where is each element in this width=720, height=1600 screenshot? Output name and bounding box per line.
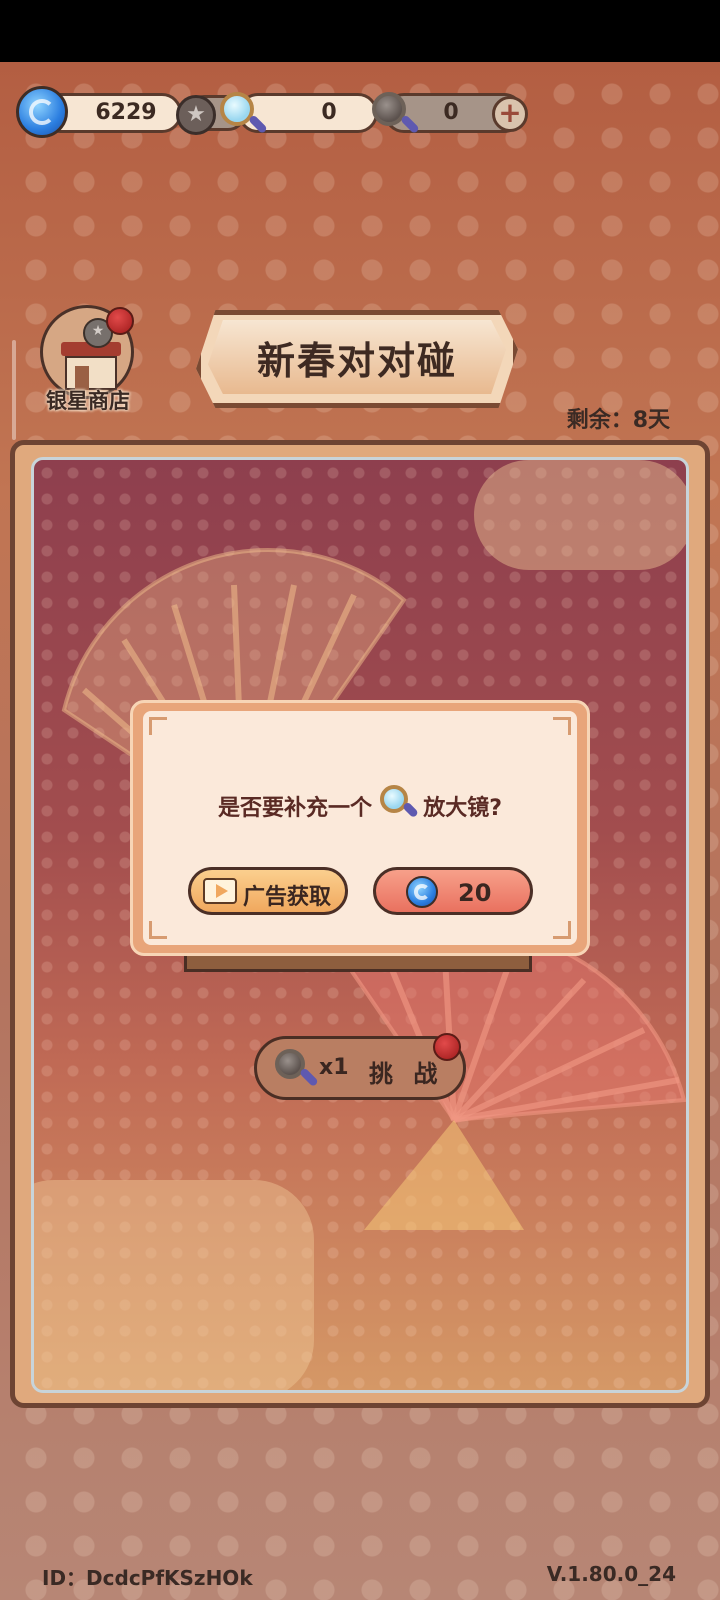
swirl-coin-icon [16,86,68,138]
cloud-decoration [474,460,686,570]
challenge-cost: x1 [319,1055,349,1080]
dark-magnifier-icon [372,92,420,136]
magnifier-count: 0 [321,100,337,125]
magnifier-icon [275,1049,319,1089]
event-title-banner: 新春对对碰 [196,310,518,408]
challenge-label: 挑 战 [369,1060,444,1088]
refill-dialog: 是否要补充一个 放大镜? 广告获取 20 [130,700,590,956]
magnifier-icon [379,785,419,825]
dialog-question: 是否要补充一个 放大镜? [143,785,577,829]
remaining-days: 剩余：8天 [566,408,670,433]
silver-star-icon: ★ [176,95,216,135]
add-magnifier-button[interactable]: + [492,96,528,132]
notification-dot [106,307,134,335]
player-id: ID：DcdcPfKSzHOk [42,1566,253,1590]
dark-magnifier-count: 0 [443,100,459,125]
shop-label: 银星商店 [46,389,130,413]
coin-count: 6229 [95,100,157,125]
app-version: V.1.80.0_24 [546,1562,676,1586]
game-screen: 6229 ★ 0 0 + ★ 银星商店 新春对对碰 剩余：8天 x1 挑 战 是… [0,0,720,1600]
challenge-button[interactable]: x1 挑 战 [254,1033,466,1100]
cloud-decoration [34,1180,314,1390]
question-suffix: 放大镜? [423,796,503,821]
buy-price: 20 [458,879,492,907]
magnifier-icon [220,92,268,136]
scroll-indicator [12,340,16,440]
event-title: 新春对对碰 [256,339,457,383]
question-prefix: 是否要补充一个 [217,796,372,821]
watch-ad-button[interactable]: 广告获取 [188,867,348,915]
play-video-icon [203,878,237,904]
notification-dot [433,1033,461,1061]
swirl-coin-icon [406,876,438,908]
silver-star-shop-button[interactable]: ★ 银星商店 [38,305,138,415]
status-bar [0,0,720,62]
buy-with-coins-button[interactable]: 20 [373,867,533,915]
watch-ad-label: 广告获取 [243,885,332,910]
